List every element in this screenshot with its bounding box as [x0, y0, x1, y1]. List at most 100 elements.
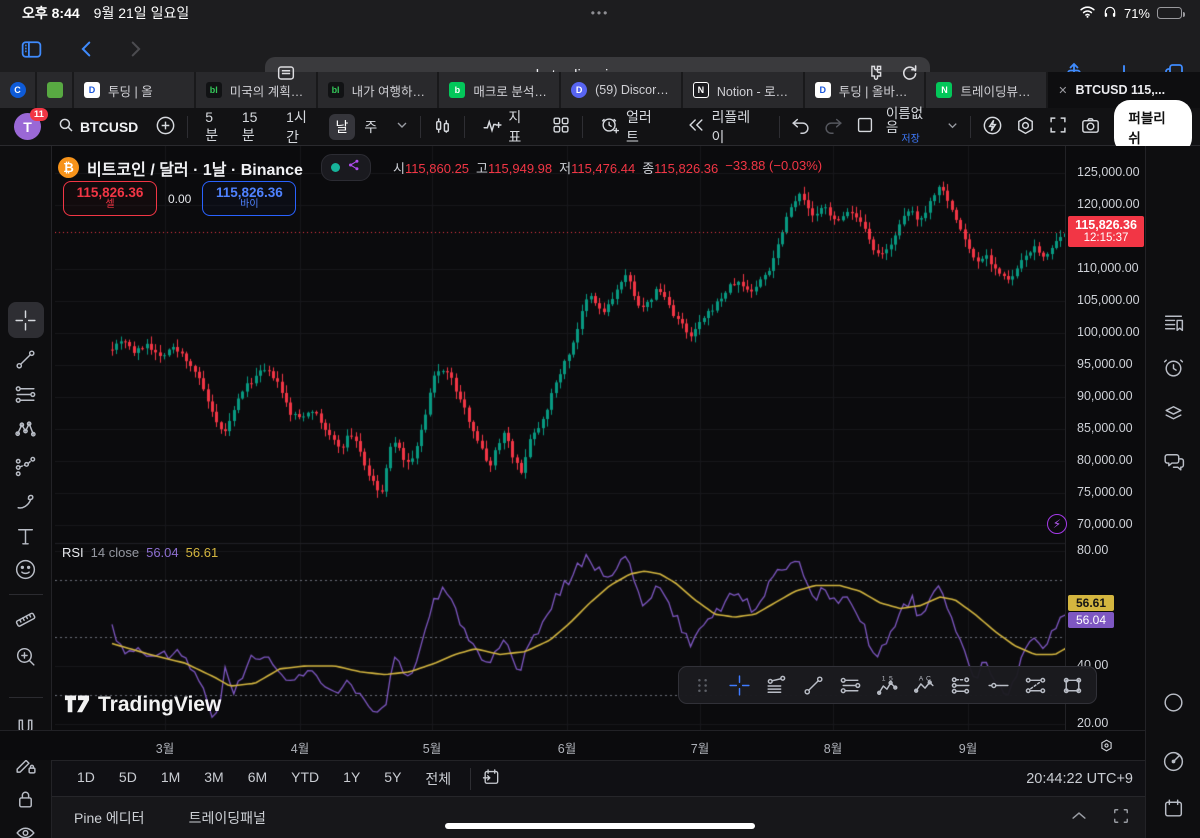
trend-line-icon[interactable] [796, 669, 831, 701]
trend-line-icon[interactable] [8, 341, 44, 377]
layout-grid-icon[interactable] [550, 114, 572, 139]
tab-favicon: bl [328, 82, 344, 98]
timeframe-날[interactable]: 날 [329, 114, 356, 140]
chat-icon[interactable] [1155, 443, 1191, 479]
utc-clock[interactable]: 20:44:22 UTC+9 [1026, 771, 1133, 787]
tab-title: 투딩 | 올 [108, 81, 153, 100]
emoji-icon[interactable] [8, 551, 44, 587]
reload-icon[interactable] [899, 62, 920, 88]
avatar[interactable]: T 11 [14, 113, 41, 140]
extensions-icon[interactable] [864, 62, 885, 88]
rsi-legend[interactable]: RSI 14 close 56.04 56.61 [62, 545, 218, 560]
range-3M[interactable]: 3M [195, 765, 232, 793]
horizontal-ray-icon[interactable] [981, 669, 1016, 701]
ruler-icon[interactable] [8, 601, 44, 637]
forward-icon[interactable] [118, 32, 152, 66]
zoom-in-icon[interactable] [8, 638, 44, 674]
pine-editor-tab[interactable]: Pine 에디터 [74, 808, 145, 828]
tab[interactable]: D투딩 | 올 [74, 72, 194, 108]
market-status-pill[interactable] [321, 154, 371, 181]
quick-actions-icon[interactable] [981, 114, 1004, 140]
battery-icon [1157, 7, 1182, 19]
elliott-impulse-15-icon[interactable]: 15 [870, 669, 905, 701]
last-price: 115,826.36 [1068, 218, 1144, 232]
prediction-icon[interactable] [8, 448, 44, 484]
flat-pattern-icon[interactable] [944, 669, 979, 701]
trade-buttons: 115,826.36셀 0.00 115,826.36바이 [63, 181, 296, 216]
alert-button[interactable]: 얼러트 [593, 103, 671, 151]
back-icon[interactable] [70, 32, 104, 66]
watchlist-icon[interactable] [1155, 304, 1191, 340]
screener-radar-icon[interactable] [1155, 743, 1191, 779]
range-1Y[interactable]: 1Y [334, 765, 369, 793]
go-to-date-icon[interactable] [481, 767, 501, 790]
fib-retracement-icon[interactable] [759, 669, 794, 701]
price-tick: 105,000.00 [1077, 293, 1140, 307]
boost-lightning-icon[interactable]: ⚡ [1047, 514, 1067, 534]
horizontal-lines-icon[interactable] [8, 376, 44, 412]
chart-style-icon[interactable] [431, 114, 454, 140]
range-5D[interactable]: 5D [110, 765, 146, 793]
timeframe-5분[interactable]: 5분 [198, 106, 233, 148]
range-1M[interactable]: 1M [152, 765, 189, 793]
alerts-icon[interactable] [1155, 349, 1191, 385]
time-axis[interactable]: 3월4월5월6월7월8월9월 [0, 730, 1145, 760]
chevron-down-icon[interactable] [394, 117, 410, 136]
lock-icon[interactable] [8, 781, 44, 817]
price-chart-canvas[interactable] [55, 146, 1065, 730]
crosshair-icon[interactable] [722, 669, 757, 701]
tab[interactable]: N트레이딩뷰에서... [926, 72, 1046, 108]
calendar-icon[interactable] [1155, 790, 1191, 826]
range-YTD[interactable]: YTD [282, 765, 328, 793]
drag-handle-icon[interactable] [685, 669, 720, 701]
panel-expand-chevron-icon[interactable] [1069, 806, 1089, 829]
projection-icon[interactable] [1018, 669, 1053, 701]
indicators-button[interactable]: 지표 [475, 103, 540, 151]
timeframe-주[interactable]: 주 [357, 114, 384, 140]
range-전체[interactable]: 전체 [416, 765, 460, 793]
multitask-dots[interactable]: ••• [0, 6, 1200, 20]
settings-gear-icon[interactable] [1014, 114, 1037, 140]
svg-text:A: A [919, 675, 924, 682]
sell-button[interactable]: 115,826.36셀 [63, 181, 157, 216]
tab[interactable] [37, 72, 72, 108]
tab-favicon [47, 82, 63, 98]
timeframe-15분[interactable]: 15분 [235, 106, 277, 148]
symbol-search-button[interactable]: BTCUSD [51, 112, 144, 141]
ideas-circle-icon[interactable] [1155, 684, 1191, 720]
page-menu-icon[interactable] [275, 62, 297, 89]
redo-icon[interactable] [822, 114, 844, 139]
timeframe-1시간[interactable]: 1시간 [279, 104, 326, 150]
symbol-title[interactable]: 비트코인 / 달러 · 1날 · Binance [87, 156, 303, 180]
range-5Y[interactable]: 5Y [375, 765, 410, 793]
hide-drawings-icon[interactable] [8, 816, 44, 838]
elliott-correction-ac-icon[interactable]: AC [907, 669, 942, 701]
tab[interactable]: C [0, 72, 35, 108]
range-1D[interactable]: 1D [68, 765, 104, 793]
layout-save[interactable]: 이름없음 저장 [886, 107, 936, 146]
chevron-down-icon[interactable] [945, 118, 960, 136]
time-axis-settings-icon[interactable] [1098, 737, 1115, 759]
snapshot-camera-icon[interactable] [1079, 114, 1102, 140]
crosshair-icon[interactable] [8, 302, 44, 338]
fullscreen-icon[interactable] [1047, 114, 1069, 139]
range-6M[interactable]: 6M [239, 765, 276, 793]
compare-add-icon[interactable] [154, 114, 177, 140]
text-icon[interactable] [8, 518, 44, 554]
layers-icon[interactable] [1155, 394, 1191, 430]
sidebar-toggle-icon[interactable] [14, 32, 48, 66]
brush-icon[interactable] [8, 483, 44, 519]
home-indicator[interactable] [445, 823, 755, 829]
tab-close-icon[interactable]: ✕ [1058, 84, 1067, 97]
buy-button[interactable]: 115,826.36바이 [202, 181, 296, 216]
low-value: 115,476.44 [571, 161, 635, 176]
panel-fullscreen-icon[interactable] [1111, 806, 1131, 829]
undo-icon[interactable] [790, 114, 812, 139]
replay-button[interactable]: 리플레이 [680, 103, 768, 151]
parallel-lines-icon[interactable] [833, 669, 868, 701]
layout-select-icon[interactable] [854, 114, 876, 139]
xabcd-pattern-icon[interactable] [8, 411, 44, 447]
trading-panel-tab[interactable]: 트레이딩패널 [189, 808, 266, 828]
alert-clock-icon [599, 114, 621, 139]
rectangle-icon[interactable] [1055, 669, 1090, 701]
